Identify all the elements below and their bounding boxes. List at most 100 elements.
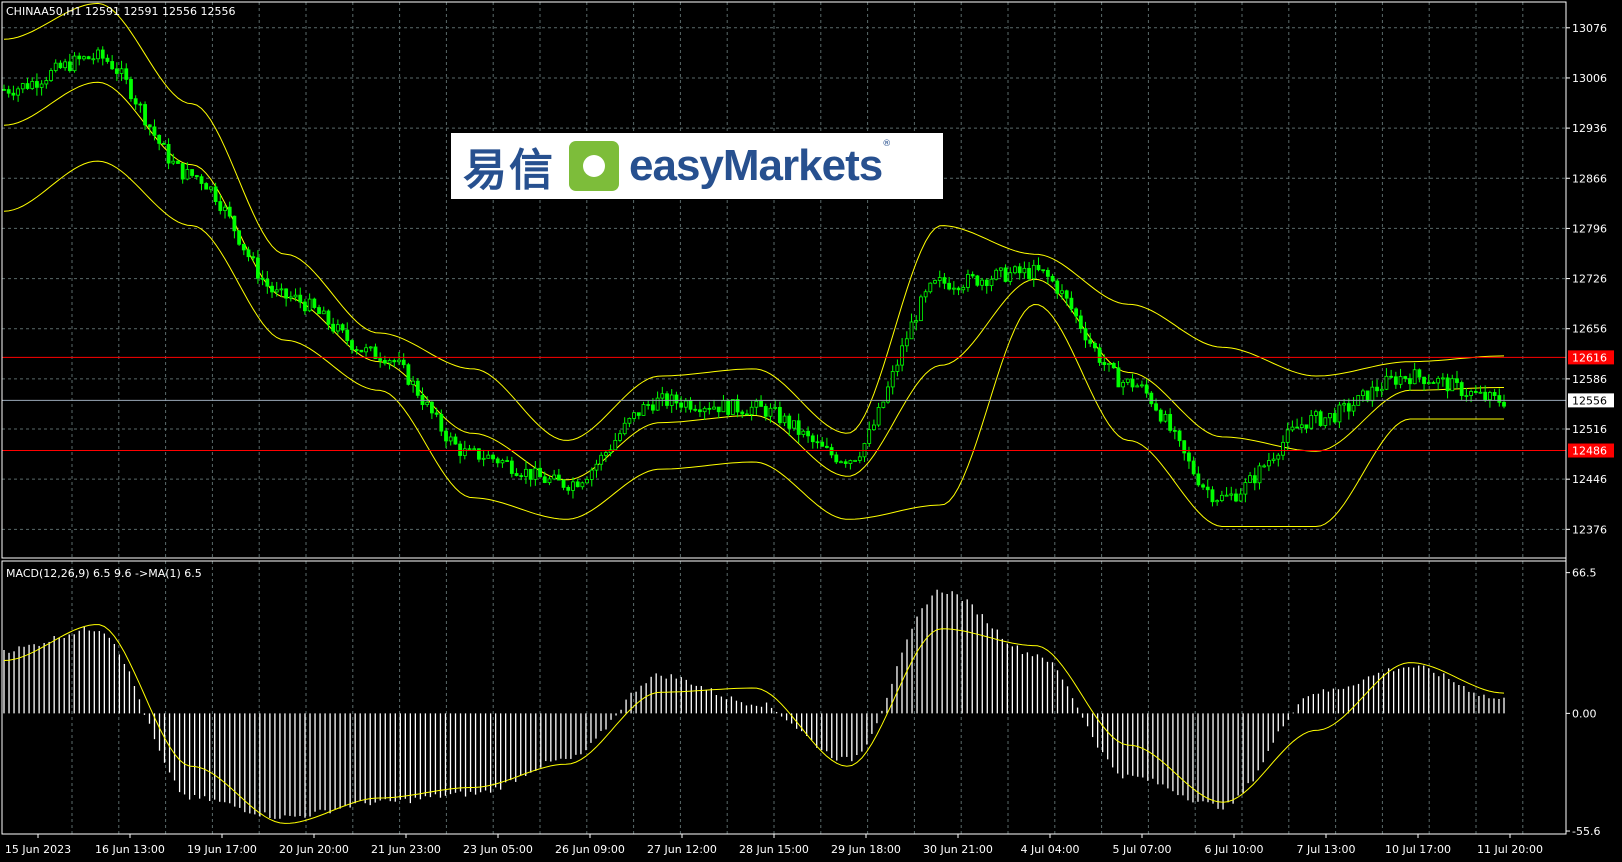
candle-body: [1027, 267, 1031, 279]
candle-body: [500, 460, 505, 464]
time-tick-label: 15 Jun 2023: [5, 843, 71, 856]
candle-body: [1464, 395, 1469, 397]
time-tick-label: 6 Jul 10:00: [1205, 843, 1264, 856]
candle-body: [298, 294, 303, 303]
candle-body: [161, 143, 166, 145]
candle-body: [1116, 367, 1121, 388]
price-tick-label: 12376: [1572, 523, 1607, 536]
macd-tick-label: -55.6: [1572, 825, 1600, 838]
candle-body: [524, 468, 528, 477]
price-tick-label: 12586: [1572, 373, 1607, 386]
candle-body: [453, 436, 458, 445]
candle-body: [171, 160, 176, 164]
macd-tick-label: 0.00: [1572, 707, 1597, 720]
candle-body: [223, 206, 227, 211]
candle-body: [538, 467, 542, 478]
candle-body: [1393, 376, 1398, 385]
candle-body: [796, 420, 801, 435]
candle-body: [961, 286, 966, 291]
candle-body: [622, 422, 627, 435]
candle-body: [989, 278, 994, 286]
candle-body: [67, 61, 72, 72]
candle-body: [448, 436, 453, 442]
candle-body: [980, 279, 984, 286]
candle-body: [956, 287, 961, 291]
candle-body: [434, 412, 439, 415]
candle-body: [110, 61, 115, 70]
candle-body: [491, 454, 495, 460]
candle-body: [641, 404, 646, 416]
time-tick-label: 16 Jun 13:00: [95, 843, 165, 856]
candle-body: [1149, 392, 1154, 405]
candle-body: [726, 400, 731, 415]
candle-body: [143, 104, 147, 126]
time-tick-label: 4 Jul 04:00: [1021, 843, 1080, 856]
candle-body: [1497, 395, 1502, 403]
candle-body: [1097, 347, 1102, 363]
time-tick-label: 23 Jun 05:00: [463, 843, 533, 856]
candle-body: [589, 469, 594, 480]
candle-body: [63, 61, 68, 69]
candle-body: [72, 55, 77, 72]
macd-tick-label: 66.5: [1572, 567, 1597, 580]
candle-body: [415, 380, 420, 396]
candle-body: [382, 360, 387, 364]
candle-body: [721, 400, 726, 413]
candle-body: [458, 443, 463, 456]
candle-body: [514, 473, 519, 476]
candle-body: [1064, 290, 1069, 299]
candle-body: [392, 360, 397, 363]
candle-body: [1205, 486, 1210, 491]
candle-body: [176, 160, 180, 164]
candle-body: [1154, 403, 1158, 411]
candle-body: [1365, 390, 1370, 402]
candle-body: [829, 447, 834, 456]
candle-body: [1487, 392, 1492, 401]
candle-body: [114, 68, 119, 74]
trading-chart[interactable]: 13076 13006 12936 12866 12796 12726 12656 12586…: [0, 0, 1622, 862]
candle-body: [928, 282, 933, 293]
candle-body: [105, 57, 110, 62]
candle-body: [91, 58, 96, 61]
candle-body: [1370, 386, 1375, 402]
time-tick-label: 7 Jul 13:00: [1297, 843, 1356, 856]
candle-body: [335, 324, 340, 332]
candle-body: [947, 282, 952, 290]
level-label: 12486: [1572, 445, 1607, 458]
candle-body: [129, 79, 133, 100]
candle-body: [1483, 391, 1488, 401]
candle-body: [1299, 424, 1304, 428]
candle-body: [876, 407, 881, 426]
candle-body: [439, 413, 444, 432]
candle-body: [354, 349, 359, 351]
candle-body: [716, 406, 721, 413]
candle-body: [698, 409, 702, 413]
candle-body: [1417, 369, 1422, 378]
candle-body: [768, 407, 773, 417]
candle-body: [730, 399, 735, 415]
candle-body: [1426, 382, 1431, 385]
candle-body: [1107, 362, 1111, 366]
candle-body: [237, 230, 242, 245]
candle-body: [425, 401, 430, 406]
candle-body: [824, 445, 829, 448]
candle-body: [1201, 484, 1205, 488]
candle-body: [1022, 267, 1027, 274]
level-label: 12616: [1572, 351, 1607, 364]
candle-body: [712, 406, 716, 410]
candle-body: [1262, 465, 1267, 468]
time-tick-label: 28 Jun 15:00: [739, 843, 809, 856]
candle-body: [411, 380, 415, 385]
price-tick-label: 13076: [1572, 22, 1607, 35]
candle-body: [1328, 413, 1332, 419]
candle-body: [58, 62, 63, 69]
candle-body: [782, 415, 787, 424]
candle-body: [618, 433, 622, 441]
price-tick-label: 13006: [1572, 72, 1607, 85]
candle-body: [364, 347, 368, 353]
candle-body: [777, 406, 782, 424]
candle-body: [547, 478, 552, 483]
candle-body: [1445, 377, 1450, 392]
candle-body: [218, 201, 223, 211]
candle-body: [1219, 494, 1224, 501]
